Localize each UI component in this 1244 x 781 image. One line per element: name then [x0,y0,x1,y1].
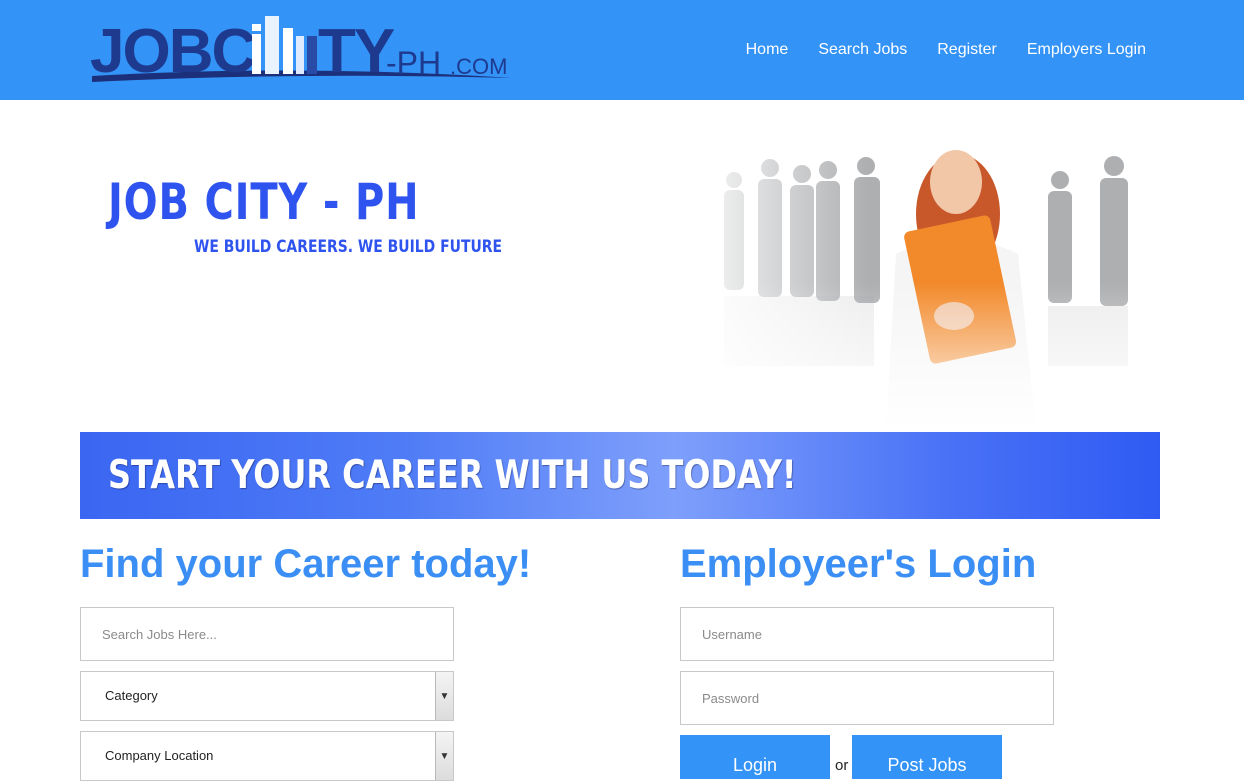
main-nav: Home Search Jobs Register Employers Logi… [746,40,1146,60]
nav-home-link[interactable]: Home [746,40,789,60]
hero-tagline: WE BUILD CAREERS. WE BUILD FUTURE [194,237,503,257]
category-select-value: Category [105,688,158,703]
nav-search-jobs-link[interactable]: Search Jobs [818,40,907,60]
cta-banner: START YOUR CAREER WITH US TODAY! [80,432,1160,519]
logo-graphic: JOBC TY -PH .COM [90,16,512,86]
svg-text:-PH: -PH [386,45,441,81]
login-button[interactable]: Login [680,735,830,779]
site-logo[interactable]: JOBC TY -PH .COM [88,6,518,92]
svg-text:JOBC: JOBC [90,17,255,86]
post-jobs-button[interactable]: Post Jobs [852,735,1002,779]
or-separator: or [835,757,849,774]
hero-photo [718,104,1148,430]
nav-register-link[interactable]: Register [937,40,997,60]
site-header: JOBC TY -PH .COM Home Search Jobs Regist… [0,0,1244,100]
employer-login-title: Employeer's Login [680,542,1037,586]
password-input[interactable] [680,671,1054,725]
search-jobs-input[interactable] [80,607,454,661]
category-select[interactable]: Category ▼ [80,671,454,721]
banner-text: START YOUR CAREER WITH US TODAY! [108,453,797,498]
hero-title: JOB CITY - PH [108,173,420,231]
nav-employers-login-link[interactable]: Employers Login [1027,40,1146,60]
username-input[interactable] [680,607,1054,661]
chevron-down-icon[interactable]: ▼ [435,672,453,720]
svg-text:.COM: .COM [450,54,507,79]
company-location-select[interactable]: Company Location ▼ [80,731,454,781]
job-search-title: Find your Career today! [80,542,532,586]
svg-text:TY: TY [318,17,395,86]
company-location-select-value: Company Location [105,748,214,763]
